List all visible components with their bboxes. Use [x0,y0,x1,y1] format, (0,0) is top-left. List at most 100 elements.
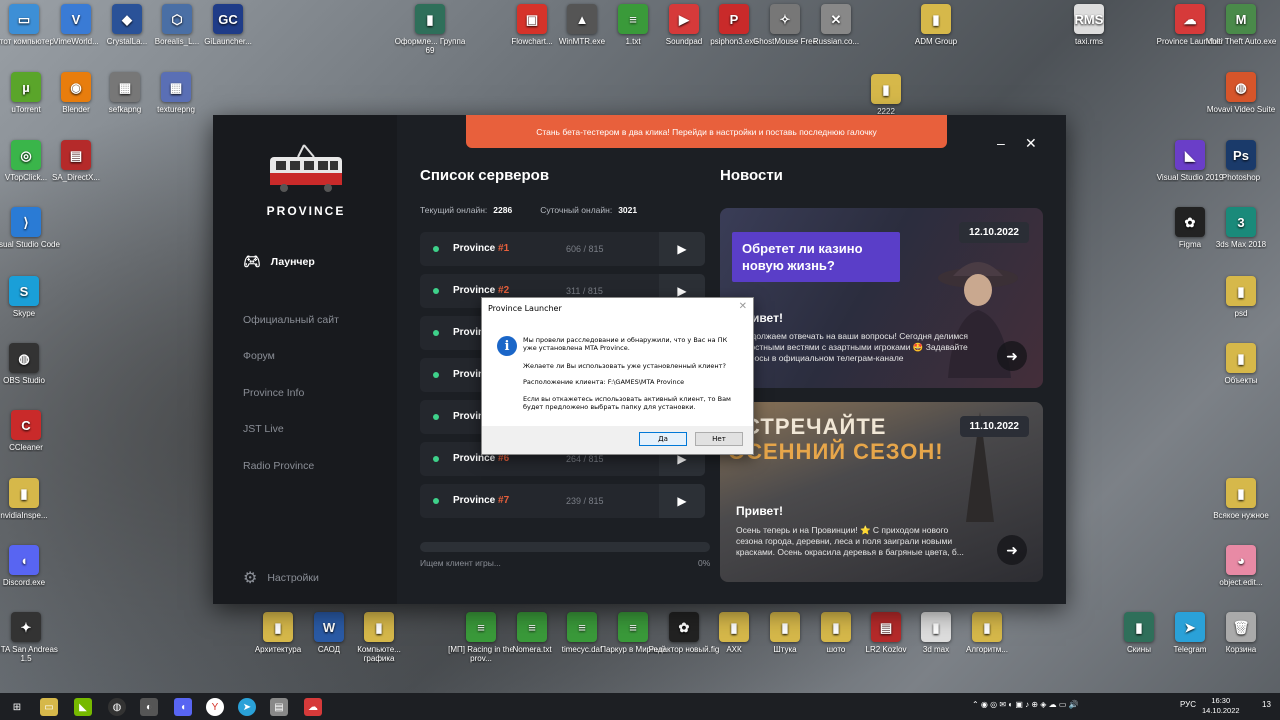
desktop-icon-label: OBS Studio [3,376,45,385]
desktop-icon[interactable]: ▮ Алгоритм... [951,612,1023,654]
desktop-icon[interactable]: ▮ Компьюте... графика [343,612,415,663]
nvidia-icon[interactable]: ◣ [74,698,92,716]
app-icon: ▮ [1226,343,1256,373]
file-explorer-icon[interactable]: ▭ [40,698,58,716]
app-icon[interactable]: ▤ [270,698,288,716]
desktop-icon[interactable]: ✕ Russian.co... [800,4,872,46]
news-date: 12.10.2022 [958,222,1029,243]
news-card[interactable]: 12.10.2022 Обретет ли казино новую жизнь… [720,208,1043,388]
desktop-icon[interactable]: ▮ Объекты [1205,343,1277,385]
desktop-icon[interactable]: RMS taxi.rms [1053,4,1125,46]
server-online: 264 / 815 [566,454,604,464]
desktop-icon-label: Discord.exe [2,578,46,587]
current-online-label: Текущий онлайн: [420,205,488,215]
close-icon[interactable]: ✕ [1025,135,1037,152]
app-icon: ✿ [1175,207,1205,237]
online-status-dot [433,330,439,336]
desktop-icon[interactable]: C CCleaner [0,410,62,452]
desktop-icon[interactable]: ✦ MTA San Andreas 1.5 [0,612,62,663]
desktop-icon[interactable]: M Multi Theft Auto.exe [1205,4,1277,46]
desktop-icon-label: Visual Studio Code [0,240,60,249]
search-progress-text: Ищем клиент игры... [420,558,501,568]
notification-count[interactable]: 13 [1262,700,1271,709]
desktop-icon[interactable]: ⟩ Visual Studio Code [0,207,62,249]
minimize-icon[interactable]: – [997,135,1005,151]
desktop-icon-label: Movavi Video Suite [1206,105,1276,114]
desktop-icon-label: MTA San Andreas 1.5 [0,645,58,663]
desktop-icon[interactable]: Ps Photoshop [1205,140,1277,182]
discord-icon[interactable]: ◖ [174,698,192,716]
play-icon[interactable]: ▶ [659,232,705,266]
nav-jst-live[interactable]: JST Live [243,423,284,435]
app-icon: C [11,410,41,440]
desktop-icon[interactable]: ◍ Movavi Video Suite [1205,72,1277,114]
nav-radio-province[interactable]: Radio Province [243,460,314,472]
server-online: 606 / 815 [566,244,604,254]
gamepad-icon: 🎮︎ [243,253,261,269]
sidebar: PROVINCE 🎮︎ Лаунчер Официальный сайт Фор… [213,115,397,604]
desktop-icon-label: Всякое нужное [1213,511,1269,520]
nav-official-site[interactable]: Официальный сайт [243,314,339,326]
desktop-icon-label: Компьюте... графика [357,645,401,663]
obs-icon[interactable]: ◍ [108,698,126,716]
clock-date: 14.10.2022 [1202,706,1240,715]
news-promo-text: ВСТРЕЧАЙТЕ ОСЕННИЙ СЕЗОН! [728,414,944,464]
desktop-icon[interactable]: ▮ Всякое нужное [1205,478,1277,520]
dialog-close-icon[interactable]: ✕ [739,301,747,312]
beta-banner[interactable]: Стань бета-тестером в два клика! Перейди… [466,115,947,148]
desktop-icon[interactable]: ▮ nvidiaInspe... [0,478,60,520]
server-name: Province #1 [453,243,509,254]
no-button[interactable]: Нет [695,432,743,446]
desktop-icon[interactable]: 3 3ds Max 2018 [1205,207,1277,249]
desktop-icon[interactable]: ▮ ADM Group [900,4,972,46]
desktop-icon[interactable]: ◍ OBS Studio [0,343,60,385]
clock[interactable]: 16:30 14.10.2022 [1202,696,1240,716]
news-promo-line1: ВСТРЕЧАЙТЕ [728,414,887,439]
nav-forum[interactable]: Форум [243,350,275,362]
app-icon: ⟩ [11,207,41,237]
desktop-icon[interactable]: 🗑 Корзина [1205,612,1277,654]
telegram-icon[interactable]: ➤ [238,698,256,716]
server-row[interactable]: Province #7 239 / 815 ▶ [420,484,705,518]
clock-time: 16:30 [1211,696,1231,705]
nav-settings[interactable]: ⚙ Настройки [243,568,319,588]
tray-icons[interactable]: ⌃ ◉ ◎ ✉ ◐ ▣ ♪ ⊕ ◈ ☁ ▭ 🔊 [972,700,1079,709]
app-icon: ▮ [364,612,394,642]
app-icon: 3 [1226,207,1256,237]
dialog-body: i Мы провели расследование и обнаружили,… [482,322,753,427]
news-title: Новости [720,167,783,184]
language-indicator[interactable]: РУС [1180,700,1196,709]
desktop-icon[interactable]: ▮ Оформле... Группа 69 [394,4,466,55]
search-progress-percent: 0% [698,558,711,568]
app-icon: ▮ [770,612,800,642]
app-icon: ▮ [921,612,951,642]
dialog-text-question: Желаете ли Вы использовать уже установле… [523,362,726,370]
app-icon: ▦ [110,72,140,102]
yes-button[interactable]: Да [639,432,687,446]
dialog-title: Province Launcher [488,304,562,313]
arrow-right-icon[interactable]: ➜ [997,341,1027,371]
desktop-icon[interactable]: S Skype [0,276,60,318]
desktop-icon[interactable]: ◕ object.edit... [1205,545,1277,587]
nav-province-info[interactable]: Province Info [243,387,304,399]
desktop-icon[interactable]: ▦ texturepng [140,72,212,114]
app-icon[interactable]: ◐ [140,698,158,716]
nav-launcher[interactable]: 🎮︎ Лаунчер [243,253,315,270]
desktop-icon[interactable]: ▮ 2222 [850,74,922,116]
desktop-icon[interactable]: ▮ psd [1205,276,1277,318]
server-number: #1 [498,243,510,254]
dialog-text-decline: Если вы откажетесь использовать активный… [523,395,731,411]
desktop-icon[interactable]: GC GiLauncher... [192,4,264,46]
server-row[interactable]: Province #1 606 / 815 ▶ [420,232,705,266]
news-card[interactable]: 11.10.2022 ВСТРЕЧАЙТЕ ОСЕННИЙ СЕЗОН! При… [720,402,1043,582]
app-icon: S [9,276,39,306]
yandex-icon[interactable]: Y [206,698,224,716]
play-icon[interactable]: ▶ [659,484,705,518]
windows-start-icon[interactable]: ⊞ [8,698,26,716]
desktop-icon[interactable]: ◖ Discord.exe [0,545,60,587]
news-promo-line2: ОСЕННИЙ СЕЗОН! [728,439,944,464]
province-launcher-taskbar-icon[interactable]: ☁ [304,698,322,716]
desktop-icon[interactable]: ▤ SA_DirectX... [40,140,112,182]
arrow-right-icon[interactable]: ➜ [997,535,1027,565]
desktop-icon-label: Корзина [1225,645,1257,654]
